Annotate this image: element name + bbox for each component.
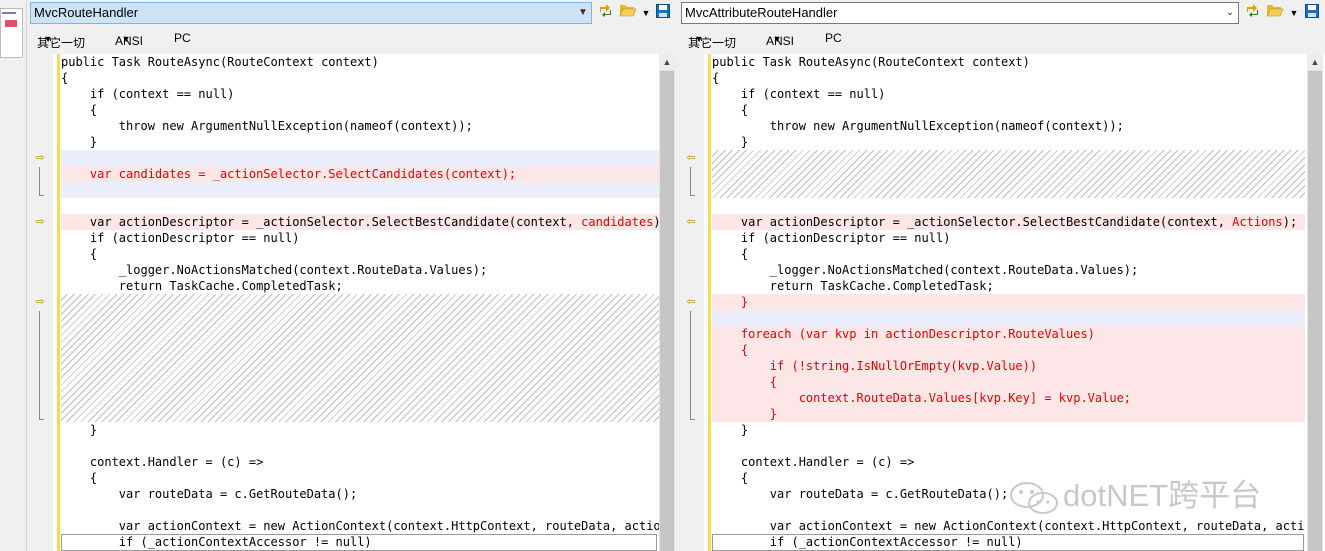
right-vertical-scrollbar[interactable]: ▲ [1307,54,1323,551]
chevron-down-icon: ▼ [772,34,782,44]
watermark: dotNET跨平台 [1007,470,1261,514]
code-line: var actionDescriptor = _actionSelector.S… [712,215,1298,229]
wechat-icon [1007,478,1063,518]
code-line: { [712,247,749,261]
folder-open-icon[interactable] [618,2,638,24]
format-selector[interactable]: ANSI ▼ [115,31,143,48]
scrollbar-thumb[interactable] [660,71,674,551]
recompare-icon[interactable] [1243,2,1263,24]
recompare-icon[interactable] [596,2,616,24]
code-line: } [61,423,98,437]
save-icon[interactable] [653,2,673,24]
code-line: } [712,135,749,149]
left-code-lines: public Task RouteAsync(RouteContext cont… [61,54,659,551]
code-line: var actionContext = new ActionContext(co… [712,519,1305,533]
code-line: context.Handler = (c) => [712,455,915,469]
code-line: foreach (var kvp in actionDescriptor.Rou… [712,327,1095,341]
current-line-box [712,534,1304,551]
change-bar [57,54,60,551]
code-line: public Task RouteAsync(RouteContext cont… [712,55,1030,69]
code-suffix: ); [1282,215,1298,229]
save-icon[interactable] [1302,2,1322,24]
line-ending-label[interactable]: PC [174,31,191,45]
arrow-left-icon[interactable]: ⇦ [685,216,697,228]
left-pane: MvcRouteHandler ▼ ▼ 其它一切 ▼ ANSI ▼ PC ⇨ ⇨… [27,0,675,551]
current-line-box [61,534,657,551]
code-line: _logger.NoActionsMatched(context.RouteDa… [61,263,488,277]
code-line: return TaskCache.CompletedTask; [712,279,994,293]
watermark-text: dotNET跨平台 [1063,478,1262,513]
code-line: { [61,71,69,85]
overview-marker [2,12,16,14]
diff-bracket [690,311,695,420]
overview-marker [5,20,17,27]
scroll-up-icon[interactable]: ▲ [659,54,675,70]
left-file-combo[interactable]: MvcRouteHandler ▼ [30,2,592,24]
right-file-combo[interactable]: MvcAttributeRouteHandler ⌄ [681,2,1239,24]
diff-bracket [690,167,695,196]
charset-selector[interactable]: 其它一切 ▼ [37,31,85,50]
code-line: var actionContext = new ActionContext(co… [61,519,659,533]
code-line: } [712,407,778,421]
left-code-view[interactable]: ⇨ ⇨ ⇨ public Task RouteAsync(RouteContex… [27,54,675,551]
arrow-right-icon[interactable]: ⇨ [34,152,46,164]
diff-token: candidates [581,215,654,229]
code-line: if (actionDescriptor == null) [712,231,951,245]
arrow-right-icon[interactable]: ⇨ [34,296,46,308]
diff-bracket [39,167,44,196]
line-ending-label[interactable]: PC [825,31,842,45]
charset-selector[interactable]: 其它一切 ▼ [688,31,736,50]
left-vertical-scrollbar[interactable]: ▲ [659,54,675,551]
chevron-down-icon: ▼ [121,34,131,44]
overview-thumbnail[interactable] [0,8,23,58]
code-line: if (context == null) [61,87,235,101]
folder-open-icon[interactable] [1265,2,1285,24]
chevron-down-icon[interactable]: ⌄ [1222,3,1238,23]
code-line: _logger.NoActionsMatched(context.RouteDa… [712,263,1139,277]
code-line: var candidates = _actionSelector.SelectC… [61,167,517,181]
diff-bracket [39,311,44,420]
code-line: throw new ArgumentNullException(nameof(c… [61,119,473,133]
code-line: context.Handler = (c) => [61,455,264,469]
code-line: { [61,471,98,485]
code-line: { [712,471,749,485]
code-line: var routeData = c.GetRouteData(); [61,487,358,501]
change-bar [708,54,711,551]
dropdown-arrow-icon[interactable]: ▼ [1284,2,1304,24]
arrow-left-icon[interactable]: ⇦ [685,296,697,308]
code-line: if (context == null) [712,87,886,101]
code-line: var routeData = c.GetRouteData(); [712,487,1009,501]
scroll-up-icon[interactable]: ▲ [1307,54,1323,70]
code-line: { [712,71,720,85]
code-line: throw new ArgumentNullException(nameof(c… [712,119,1124,133]
code-line: return TaskCache.CompletedTask; [61,279,343,293]
arrow-right-icon[interactable]: ⇨ [34,216,46,228]
overview-strip[interactable] [0,0,27,551]
arrow-left-icon[interactable]: ⇦ [685,152,697,164]
code-line: public Task RouteAsync(RouteContext cont… [61,55,379,69]
code-line: { [712,343,749,357]
left-filename: MvcRouteHandler [34,5,139,20]
code-line: { [61,247,98,261]
code-line: } [712,423,749,437]
code-line: if (!string.IsNullOrEmpty(kvp.Value)) [712,359,1038,373]
right-pane: MvcAttributeRouteHandler ⌄ ▼ 其它一切 ▼ ANSI… [678,0,1325,551]
code-line: { [61,103,98,117]
chevron-down-icon[interactable]: ▼ [575,3,591,23]
code-line: { [712,375,778,389]
format-selector[interactable]: ANSI ▼ [766,31,794,48]
scrollbar-thumb[interactable] [1308,71,1322,551]
diff-token: Actions [1232,215,1283,229]
chevron-down-icon: ▼ [43,34,53,44]
code-line: } [712,295,749,309]
code-line: var actionDescriptor = _actionSelector.S… [61,214,659,230]
code-line: if (actionDescriptor == null) [61,231,300,245]
right-filename: MvcAttributeRouteHandler [685,5,838,20]
code-line: { [712,103,749,117]
chevron-down-icon: ▼ [694,34,704,44]
code-line: } [61,135,98,149]
code-line: context.RouteData.Values[kvp.Key] = kvp.… [712,391,1132,405]
